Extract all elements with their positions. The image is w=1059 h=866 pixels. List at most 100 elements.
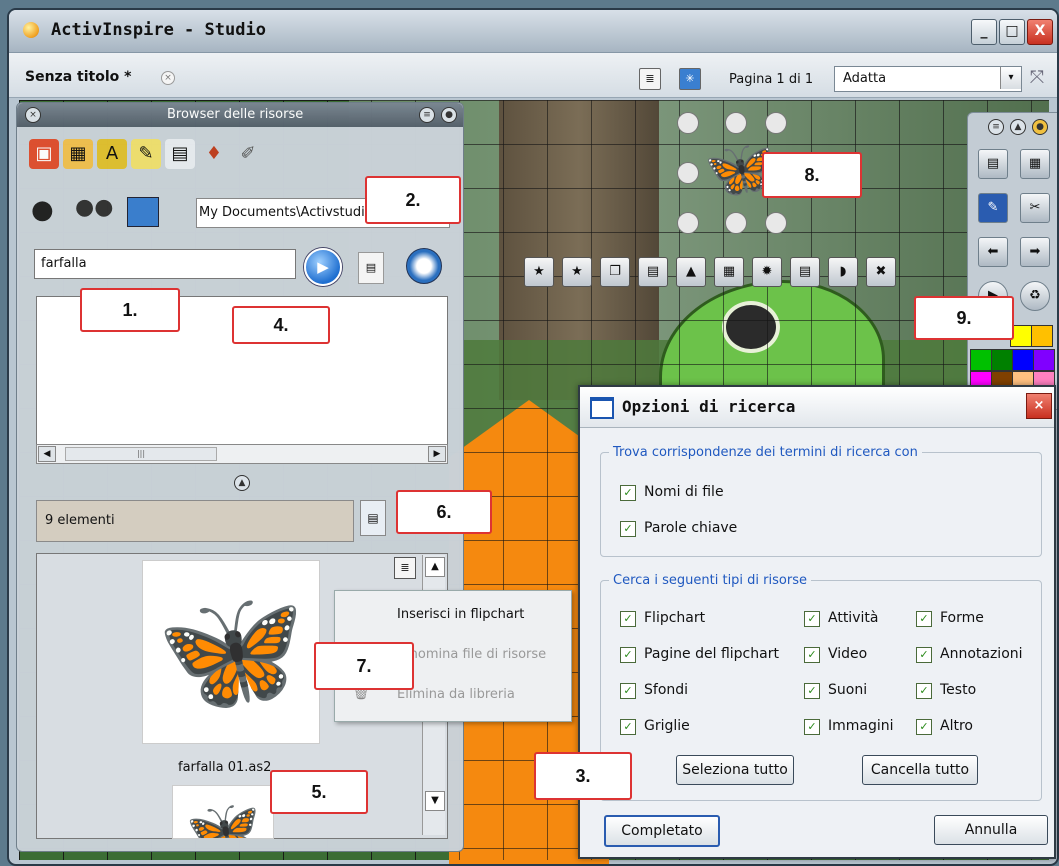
checkbox-grids[interactable]: ✓	[620, 719, 636, 735]
color-swatch[interactable]	[1012, 349, 1034, 371]
back-arrow-icon[interactable]: ⬅	[978, 237, 1008, 267]
properties-icon[interactable]: ▤	[790, 257, 820, 287]
selection-handle[interactable]	[765, 112, 787, 134]
bring-forward-icon[interactable]: ▤	[638, 257, 668, 287]
scroll-down-icon[interactable]: ▼	[425, 791, 445, 811]
computer-icon[interactable]	[127, 197, 159, 227]
user-icon[interactable]: ●	[31, 195, 61, 225]
menu-insert-flipchart[interactable]: Inserisci in flipchart	[397, 607, 524, 622]
pin-icon[interactable]: ●	[441, 107, 457, 123]
browsers-icon[interactable]: ▦	[1020, 149, 1050, 179]
menu-rename[interactable]: Rinomina file di risorse	[397, 647, 546, 662]
page-menu-icon[interactable]: ≣	[639, 68, 661, 90]
cancel-button[interactable]: Annulla	[934, 815, 1048, 845]
text-icon[interactable]: A	[97, 139, 127, 169]
maximize-button[interactable]: □	[999, 19, 1025, 45]
tools-icon[interactable]: ✐	[233, 139, 263, 169]
minimize-button[interactable]: _	[971, 19, 997, 45]
chevron-down-icon[interactable]: ▾	[1000, 67, 1021, 89]
snowflake-icon[interactable]: ✳	[679, 68, 701, 90]
results-count: 9 elementi	[36, 500, 354, 542]
tab-close-icon[interactable]: ×	[161, 71, 175, 85]
checkbox-flipchart-pages[interactable]: ✓	[620, 647, 636, 663]
forward-arrow-icon[interactable]: ➡	[1020, 237, 1050, 267]
checkbox-video[interactable]: ✓	[804, 647, 820, 663]
magnifier-icon[interactable]	[406, 248, 442, 284]
search-input[interactable]: farfalla	[34, 249, 296, 279]
label-flipchart: Flipchart	[644, 610, 706, 626]
shared-users-icon[interactable]: ●●	[75, 195, 113, 225]
ink-icon[interactable]: ♻	[1020, 281, 1050, 311]
view-options-icon[interactable]: ▤	[360, 500, 386, 536]
match-group-label: Trova corrispondenze dei termini di rice…	[613, 445, 918, 460]
rotate-handle[interactable]	[765, 212, 787, 234]
collapse-icon[interactable]: ✖	[866, 257, 896, 287]
checkbox-text[interactable]: ✓	[916, 683, 932, 699]
search-go-button[interactable]: ▶	[304, 248, 342, 286]
clear-all-button[interactable]: Cancella tutto	[862, 755, 978, 785]
done-button[interactable]: Completato	[604, 815, 720, 847]
zoom-select[interactable]: Adatta ▾	[834, 66, 1022, 92]
dialog-close-button[interactable]: ×	[1026, 393, 1052, 419]
item-menu-icon[interactable]: ≣	[394, 557, 416, 579]
checkbox-file-names[interactable]: ✓	[620, 485, 636, 501]
selection-handle[interactable]	[725, 212, 747, 234]
notes-icon[interactable]: ✎	[131, 139, 161, 169]
color-swatch[interactable]	[970, 349, 992, 371]
butterfly-thumbnail[interactable]: 🦋	[142, 560, 320, 744]
checkbox-images[interactable]: ✓	[804, 719, 820, 735]
search-options-icon[interactable]: ▤	[358, 252, 384, 284]
checkbox-flipchart[interactable]: ✓	[620, 611, 636, 627]
color-swatch[interactable]	[991, 349, 1013, 371]
file-name: farfalla 01.as2	[178, 760, 272, 775]
toolbox-menu-icon[interactable]: ≡	[988, 119, 1004, 135]
selection-handle[interactable]	[677, 162, 699, 184]
scroll-thumb[interactable]: |||	[65, 447, 217, 461]
pen-icon[interactable]: ✎	[978, 193, 1008, 223]
search-options-dialog: Opzioni di ricerca × Trova corrispondenz…	[578, 385, 1056, 859]
duplicate-icon[interactable]: ❐	[600, 257, 630, 287]
checkbox-sounds[interactable]: ✓	[804, 683, 820, 699]
checkbox-keywords[interactable]: ✓	[620, 521, 636, 537]
second-thumbnail[interactable]: 🦋	[172, 785, 274, 839]
checkbox-other[interactable]: ✓	[916, 719, 932, 735]
selection-handle[interactable]	[677, 212, 699, 234]
send-back-icon[interactable]: ▦	[714, 257, 744, 287]
fullscreen-icon[interactable]: ⤧	[1027, 68, 1047, 88]
close-button[interactable]: X	[1027, 19, 1053, 45]
flip-icon[interactable]: ◗	[828, 257, 858, 287]
scroll-left-icon[interactable]: ◀	[38, 446, 56, 462]
close-icon[interactable]: ×	[25, 107, 41, 123]
scroll-right-icon[interactable]: ▶	[428, 446, 446, 462]
splitter-up-icon[interactable]: ▲	[234, 475, 250, 491]
checkbox-shapes[interactable]: ✓	[916, 611, 932, 627]
group-icon[interactable]: ✹	[752, 257, 782, 287]
color-swatch[interactable]	[1033, 349, 1055, 371]
select-all-button[interactable]: Seleziona tutto	[676, 755, 794, 785]
toolbox-pin-icon[interactable]: ●	[1032, 119, 1048, 135]
tab-document[interactable]: Senza titolo *	[25, 69, 131, 85]
toolbox-up-icon[interactable]: ▲	[1010, 119, 1026, 135]
star-remove-icon[interactable]: ★	[562, 257, 592, 287]
selection-handle[interactable]	[677, 112, 699, 134]
scroll-up-icon[interactable]: ▲	[425, 557, 445, 577]
tools-icon[interactable]: ✂	[1020, 193, 1050, 223]
media-icon[interactable]: ▦	[63, 139, 93, 169]
spinning-top-icon[interactable]: ♦	[199, 139, 229, 169]
resource-library-icon[interactable]: ▣	[29, 139, 59, 169]
flipchart-menu-icon[interactable]: ▤	[978, 149, 1008, 179]
checkbox-activities[interactable]: ✓	[804, 611, 820, 627]
star-add-icon[interactable]: ★	[524, 257, 554, 287]
horizontal-scrollbar[interactable]: ◀ ||| ▶	[36, 444, 448, 464]
checkbox-backgrounds[interactable]: ✓	[620, 683, 636, 699]
color-swatch[interactable]	[1031, 325, 1053, 347]
menu-icon[interactable]: ≡	[419, 107, 435, 123]
bring-front-icon[interactable]: ▲	[676, 257, 706, 287]
menu-delete[interactable]: Elimina da libreria	[397, 687, 515, 702]
label-activities: Attività	[828, 610, 879, 626]
checkbox-annotations[interactable]: ✓	[916, 647, 932, 663]
page-icon[interactable]: ▤	[165, 139, 195, 169]
label-images: Immagini	[828, 718, 894, 734]
label-backgrounds: Sfondi	[644, 682, 689, 698]
selection-handle[interactable]	[725, 112, 747, 134]
